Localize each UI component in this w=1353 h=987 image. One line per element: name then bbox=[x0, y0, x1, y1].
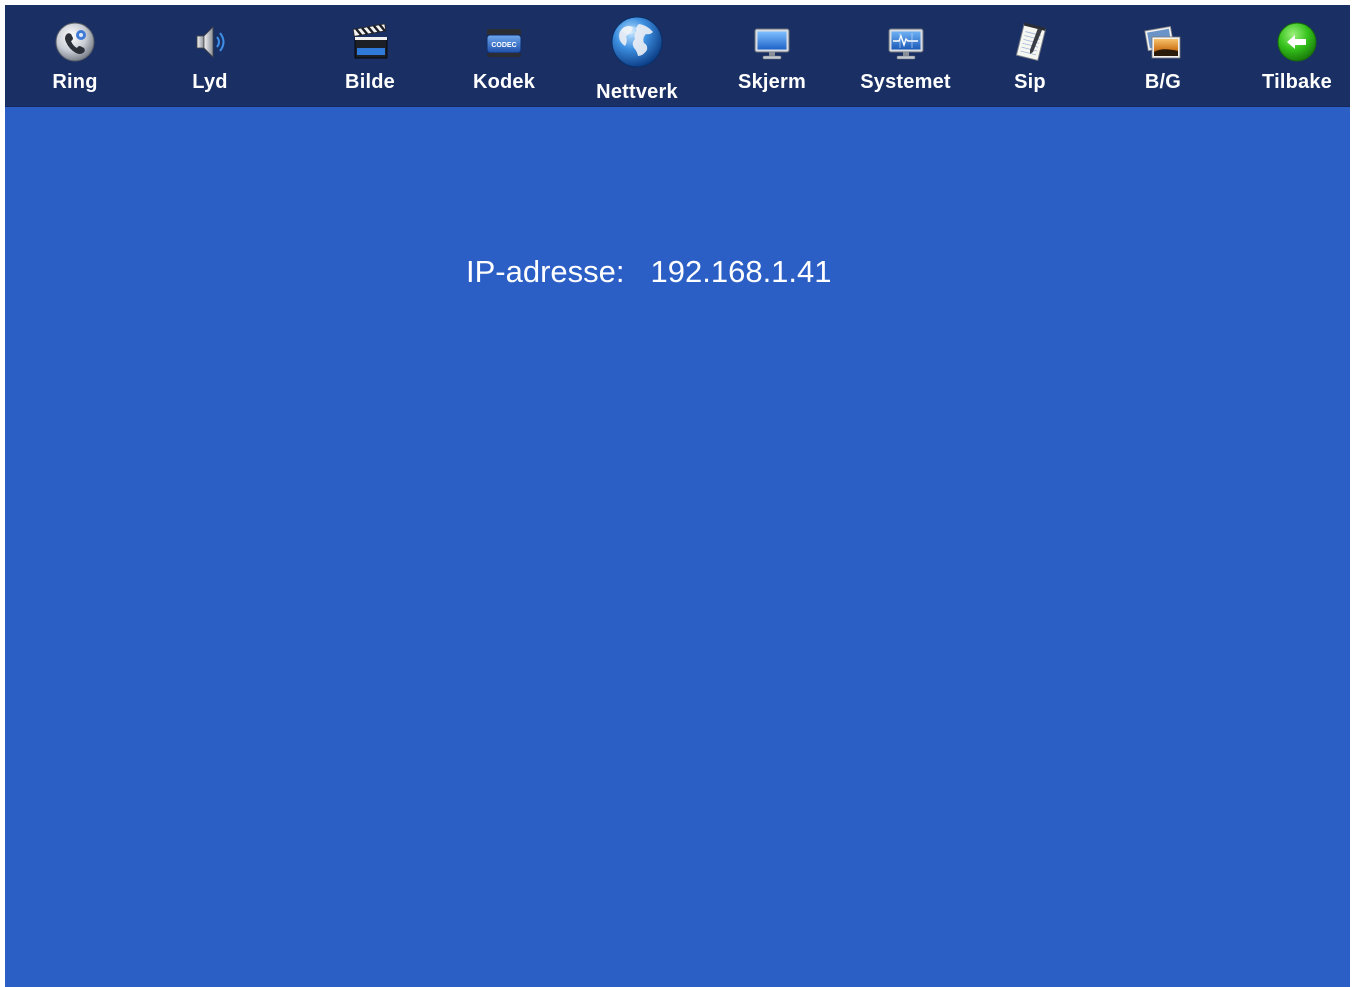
toolbar-item-label: Lyd bbox=[192, 71, 228, 93]
toolbar-item-label: Bilde bbox=[345, 71, 395, 93]
toolbar-item-sip[interactable]: Sip bbox=[975, 5, 1085, 106]
toolbar-item-label: Tilbake bbox=[1262, 71, 1332, 93]
ip-address-value: 192.168.1.41 bbox=[650, 254, 832, 289]
toolbar-item-bilde[interactable]: Bilde bbox=[315, 5, 425, 106]
toolbar-item-bg[interactable]: B/G bbox=[1108, 5, 1218, 106]
phone-gear-icon bbox=[55, 22, 95, 62]
network-panel: IP-adresse: 192.168.1.41 bbox=[5, 107, 1350, 987]
toolbar-item-label: Nettverk bbox=[596, 81, 678, 103]
toolbar-item-label: Ring bbox=[52, 71, 98, 93]
codec-icon: CODEC bbox=[486, 29, 522, 57]
back-arrow-icon bbox=[1277, 22, 1317, 62]
monitor-icon bbox=[754, 28, 790, 60]
clapperboard-icon bbox=[352, 23, 388, 59]
toolbar-item-label: Systemet bbox=[860, 71, 951, 93]
ip-address-row: IP-adresse: 192.168.1.41 bbox=[466, 254, 832, 290]
toolbar-item-tilbake[interactable]: Tilbake bbox=[1242, 5, 1352, 106]
speaker-icon bbox=[196, 26, 225, 58]
toolbar-item-skjerm[interactable]: Skjerm bbox=[717, 5, 827, 106]
toolbar-item-lyd[interactable]: Lyd bbox=[155, 5, 265, 106]
app-window: Ring Lyd Bilde CODEC Kodek Nettverk Skje… bbox=[5, 5, 1350, 987]
top-toolbar: Ring Lyd Bilde CODEC Kodek Nettverk Skje… bbox=[5, 5, 1350, 107]
pictures-icon bbox=[1144, 26, 1181, 59]
toolbar-item-label: Kodek bbox=[472, 71, 536, 93]
toolbar-item-label: B/G bbox=[1144, 71, 1182, 93]
system-monitor-icon bbox=[888, 28, 923, 60]
toolbar-item-systemet[interactable]: Systemet bbox=[850, 5, 961, 106]
ip-address-label: IP-adresse: bbox=[466, 254, 625, 289]
globe-icon bbox=[611, 16, 663, 68]
toolbar-item-label: Skjerm bbox=[738, 71, 806, 93]
toolbar-item-ring[interactable]: Ring bbox=[20, 5, 130, 106]
toolbar-item-label: Sip bbox=[1014, 71, 1046, 93]
toolbar-item-kodek[interactable]: CODEC Kodek bbox=[449, 5, 559, 106]
toolbar-item-nettverk[interactable]: Nettverk bbox=[582, 5, 692, 106]
notepad-icon bbox=[1015, 22, 1047, 62]
codec-text: CODEC bbox=[491, 42, 516, 49]
